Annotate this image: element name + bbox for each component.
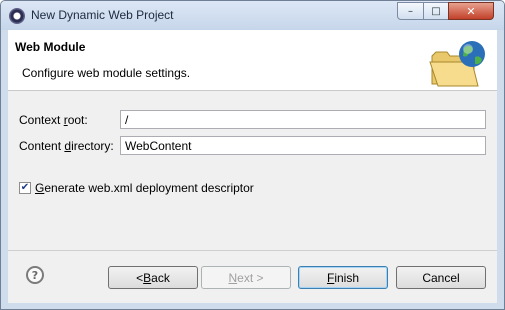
- dialog-client: Web Module Configure web module settings…: [8, 30, 497, 303]
- page-title: Web Module: [15, 40, 86, 54]
- page-description: Configure web module settings.: [22, 66, 191, 80]
- maximize-button[interactable]: □: [423, 2, 449, 20]
- finish-button[interactable]: Finish: [298, 266, 388, 289]
- minimize-button[interactable]: –: [397, 2, 424, 20]
- generate-descriptor-label: Generate web.xml deployment descriptor: [35, 181, 254, 195]
- context-root-input[interactable]: [120, 110, 486, 129]
- cancel-button[interactable]: Cancel: [396, 266, 486, 289]
- back-button[interactable]: < Back: [108, 266, 198, 289]
- generate-descriptor-option[interactable]: ✔ Generate web.xml deployment descriptor: [19, 181, 254, 195]
- window-title: New Dynamic Web Project: [31, 8, 174, 22]
- dialog-window: New Dynamic Web Project – □ ✕ Web Module…: [0, 0, 505, 310]
- wizard-header: Web Module Configure web module settings…: [8, 30, 497, 91]
- footer-separator: [8, 250, 497, 251]
- next-button[interactable]: Next >: [201, 266, 291, 289]
- content-directory-input[interactable]: [120, 136, 486, 155]
- context-root-label: Context root:: [19, 113, 88, 127]
- title-bar[interactable]: New Dynamic Web Project – □ ✕: [1, 1, 504, 30]
- help-icon[interactable]: ?: [26, 266, 44, 284]
- eclipse-app-icon: [9, 8, 25, 24]
- content-directory-label: Content directory:: [19, 139, 114, 153]
- globe-folder-icon: [429, 41, 485, 87]
- generate-descriptor-checkbox[interactable]: ✔: [19, 182, 31, 194]
- close-button[interactable]: ✕: [448, 2, 494, 20]
